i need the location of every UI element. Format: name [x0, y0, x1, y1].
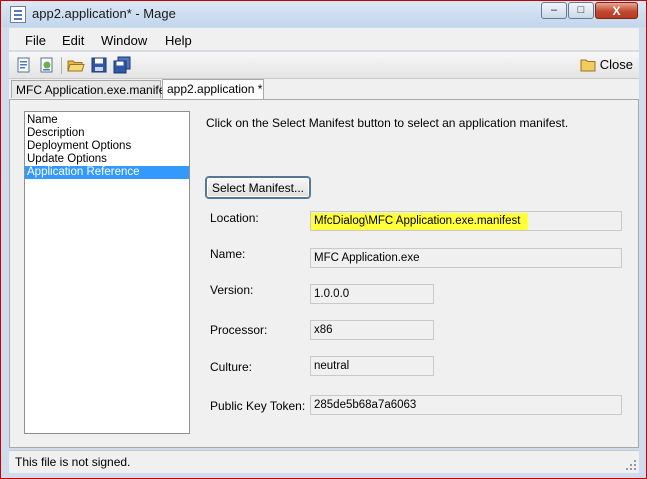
signature-status: This file is not signed.: [15, 455, 131, 469]
section-list: Name Description Deployment Options Upda…: [24, 111, 190, 434]
main-window: app2.application* - Mage – □ X File Edit…: [0, 0, 647, 479]
maximize-button[interactable]: □: [568, 2, 594, 19]
document-tabs: MFC Application.exe.manifest app2.applic…: [9, 79, 639, 99]
toolbar-close-label: Close: [599, 57, 633, 72]
toolbar: Close: [9, 52, 639, 79]
app-icon: [10, 6, 26, 23]
menu-edit[interactable]: Edit: [62, 33, 84, 48]
menu-file[interactable]: File: [25, 33, 46, 48]
nav-item-update-options[interactable]: Update Options: [25, 153, 189, 166]
title-bar[interactable]: app2.application* - Mage – □ X: [1, 1, 646, 27]
menu-window[interactable]: Window: [101, 33, 147, 48]
location-value: MfcDialog\MFC Application.exe.manifest: [311, 213, 529, 230]
nav-item-application-reference[interactable]: Application Reference: [25, 166, 189, 179]
nav-item-name[interactable]: Name: [25, 114, 189, 127]
version-label: Version:: [210, 283, 254, 297]
version-field[interactable]: 1.0.0.0: [310, 284, 434, 304]
name-label: Name:: [210, 247, 246, 261]
culture-field[interactable]: neutral: [310, 356, 434, 376]
open-folder-icon[interactable]: [67, 56, 85, 74]
nav-item-description[interactable]: Description: [25, 127, 189, 140]
instruction-text: Click on the Select Manifest button to s…: [206, 116, 569, 130]
tab-app2-application[interactable]: app2.application *: [162, 79, 264, 99]
location-field[interactable]: MfcDialog\MFC Application.exe.manifest: [310, 211, 622, 231]
save-all-icon[interactable]: [113, 56, 131, 74]
window-title: app2.application* - Mage: [32, 6, 176, 21]
location-label: Location:: [210, 211, 259, 225]
processor-label: Processor:: [210, 323, 268, 337]
save-icon[interactable]: [90, 56, 108, 74]
menu-help[interactable]: Help: [165, 33, 192, 48]
close-folder-icon: [580, 59, 596, 71]
culture-label: Culture:: [210, 360, 253, 374]
toolbar-separator: [61, 57, 62, 74]
resize-grip-icon[interactable]: [626, 460, 637, 471]
content-panel: Name Description Deployment Options Upda…: [9, 99, 639, 448]
public-key-token-label: Public Key Token:: [210, 399, 306, 413]
menu-bar: File Edit Window Help: [9, 28, 639, 51]
status-bar: This file is not signed.: [9, 450, 639, 473]
minimize-button[interactable]: –: [541, 2, 567, 19]
public-key-token-field[interactable]: 285de5b68a7a6063: [310, 395, 622, 415]
processor-field[interactable]: x86: [310, 320, 434, 340]
new-document-icon[interactable]: [15, 56, 33, 74]
caption-buttons: – □ X: [540, 2, 638, 19]
toolbar-close-button[interactable]: Close: [580, 57, 633, 72]
nav-item-deployment-options[interactable]: Deployment Options: [25, 140, 189, 153]
new-application-icon[interactable]: [38, 56, 56, 74]
close-window-button[interactable]: X: [595, 2, 638, 19]
select-manifest-button[interactable]: Select Manifest...: [206, 177, 310, 198]
tab-mfc-application-manifest[interactable]: MFC Application.exe.manifest: [11, 80, 175, 98]
name-field[interactable]: MFC Application.exe: [310, 248, 622, 268]
